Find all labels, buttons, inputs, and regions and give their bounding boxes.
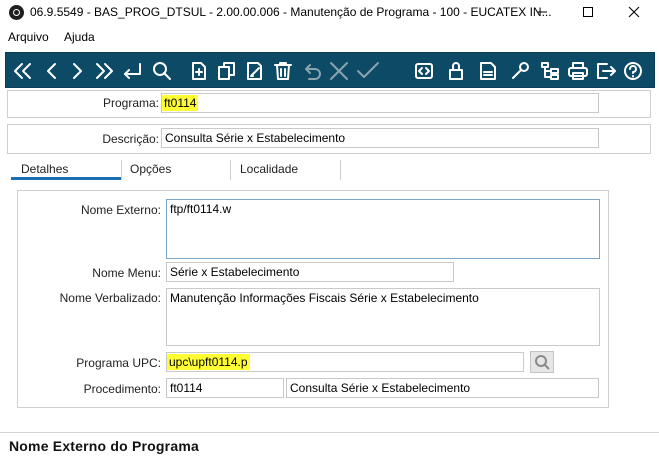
nome-menu-field[interactable]: Série x Estabelecimento xyxy=(166,262,454,282)
next-record-button[interactable] xyxy=(64,57,90,84)
copy-icon xyxy=(218,61,235,80)
nome-menu-label: Nome Menu: xyxy=(92,266,161,280)
related-icon xyxy=(415,62,433,79)
tools-button[interactable] xyxy=(507,57,533,84)
menu-arquivo[interactable]: Arquivo xyxy=(8,30,49,44)
copy-button[interactable] xyxy=(214,57,240,84)
confirm-button[interactable] xyxy=(355,57,381,84)
programa-upc-label: Programa UPC: xyxy=(76,356,161,370)
search-icon xyxy=(153,61,171,80)
menu-ajuda[interactable]: Ajuda xyxy=(64,30,95,44)
tools-icon xyxy=(512,61,529,79)
new-button[interactable] xyxy=(186,57,212,84)
upc-search-button[interactable] xyxy=(530,351,554,373)
related-button[interactable] xyxy=(411,57,437,84)
pdf-button[interactable] xyxy=(475,57,501,84)
window-title: 06.9.5549 - BAS_PROG_DTSUL - 2.00.00.006… xyxy=(30,5,552,19)
tab-separator xyxy=(340,160,341,180)
minimize-icon xyxy=(537,11,547,13)
print-button[interactable] xyxy=(565,57,591,84)
tab-localidade[interactable]: Localidade xyxy=(230,158,340,180)
goto-button[interactable] xyxy=(119,57,145,84)
edit-icon xyxy=(247,61,262,80)
close-icon xyxy=(628,6,640,18)
new-icon xyxy=(192,61,206,80)
tab-opcoes[interactable]: Opções xyxy=(120,158,230,180)
last-icon xyxy=(96,62,113,79)
lock-button[interactable] xyxy=(443,57,469,84)
tab-detalhes[interactable]: Detalhes xyxy=(11,158,121,180)
first-icon xyxy=(14,62,31,79)
status-bar: Nome Externo do Programa xyxy=(0,432,659,459)
print-icon xyxy=(568,61,588,80)
help-icon xyxy=(624,61,642,80)
close-button[interactable] xyxy=(611,0,657,24)
edit-button[interactable] xyxy=(242,57,268,84)
cancel-button[interactable] xyxy=(326,57,352,84)
toolbar xyxy=(5,52,655,88)
tree-icon xyxy=(541,61,559,80)
procedimento-desc-field: Consulta Série x Estabelecimento xyxy=(286,378,599,398)
first-record-button[interactable] xyxy=(10,57,36,84)
goto-icon xyxy=(124,62,141,79)
maximize-icon xyxy=(583,7,593,17)
undo-icon xyxy=(305,63,321,80)
exit-button[interactable] xyxy=(593,57,619,84)
next-icon xyxy=(73,62,82,79)
nome-externo-label: Nome Externo: xyxy=(80,203,161,217)
previous-icon xyxy=(47,62,56,79)
search-icon xyxy=(535,355,550,370)
search-button[interactable] xyxy=(149,57,175,84)
nome-verbalizado-field[interactable]: Manutenção Informações Fiscais Série x E… xyxy=(166,288,600,346)
programa-value: ft0114 xyxy=(162,95,199,111)
confirm-icon xyxy=(357,61,379,78)
delete-icon xyxy=(274,61,292,80)
delete-button[interactable] xyxy=(270,57,296,84)
menu-bar: Arquivo Ajuda xyxy=(0,27,659,47)
programa-upc-value: upc\upft0114.p xyxy=(167,354,250,370)
exit-icon xyxy=(597,62,616,79)
help-button[interactable] xyxy=(620,57,646,84)
last-record-button[interactable] xyxy=(91,57,117,84)
minimize-button[interactable] xyxy=(519,0,565,24)
procedimento-code-field[interactable]: ft0114 xyxy=(166,378,284,398)
status-text: Nome Externo do Programa xyxy=(9,438,199,454)
cancel-icon xyxy=(330,61,348,80)
title-bar: 06.9.5549 - BAS_PROG_DTSUL - 2.00.00.006… xyxy=(0,0,659,26)
descricao-label: Descrição: xyxy=(102,132,159,146)
app-icon xyxy=(9,5,24,20)
nome-verbalizado-label: Nome Verbalizado: xyxy=(59,291,161,305)
previous-record-button[interactable] xyxy=(39,57,65,84)
programa-label: Programa: xyxy=(102,96,159,110)
lock-icon xyxy=(449,61,463,80)
pdf-icon xyxy=(480,61,496,80)
programa-field[interactable]: ft0114 xyxy=(161,93,599,113)
maximize-button[interactable] xyxy=(565,0,611,24)
procedimento-label: Procedimento: xyxy=(83,382,161,396)
tree-button[interactable] xyxy=(537,57,563,84)
descricao-field[interactable]: Consulta Série x Estabelecimento xyxy=(161,128,599,148)
programa-upc-field[interactable]: upc\upft0114.p xyxy=(166,352,524,372)
nome-externo-field[interactable]: ftp/ft0114.w xyxy=(166,199,600,259)
undo-button[interactable] xyxy=(299,57,325,84)
